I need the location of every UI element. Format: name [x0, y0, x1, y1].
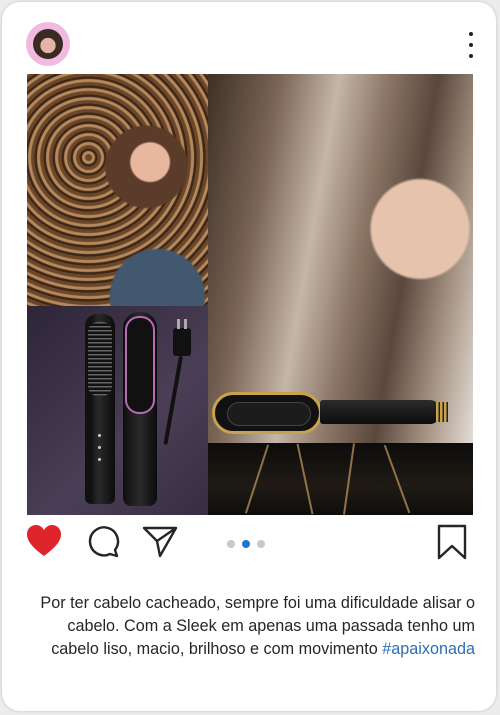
carousel-dot[interactable] — [227, 540, 235, 548]
send-icon[interactable] — [140, 522, 180, 562]
avatar-image — [33, 29, 63, 59]
hair-brush-product-photo — [27, 306, 208, 515]
hair-strand — [244, 444, 270, 514]
comment-icon[interactable] — [82, 522, 122, 562]
straightening-brush-image — [212, 392, 448, 434]
brush-head — [212, 392, 322, 434]
hair-closeup-photo — [208, 443, 473, 515]
brush-handle — [320, 400, 448, 424]
brush-button — [98, 458, 101, 461]
straight-hair-photo — [208, 74, 473, 443]
hair-strand — [296, 443, 314, 515]
brush-button — [98, 446, 101, 449]
carousel-dot[interactable] — [257, 540, 265, 548]
avatar[interactable] — [26, 22, 70, 66]
post-caption: Por ter cabelo cacheado, sempre foi uma … — [27, 592, 475, 661]
hair-strand — [383, 444, 411, 514]
more-options-icon[interactable] — [462, 32, 480, 58]
post-action-bar — [2, 522, 496, 566]
post-card: Por ter cabelo cacheado, sempre foi uma … — [2, 2, 496, 711]
menu-dot — [469, 43, 473, 47]
power-cord-image — [163, 355, 183, 445]
carousel-indicator — [227, 540, 265, 548]
carousel-dot-active[interactable] — [242, 540, 250, 548]
hair-strand — [342, 443, 356, 515]
curly-hair-photo — [27, 74, 208, 306]
heart-filled-icon[interactable] — [24, 522, 64, 562]
hashtag-link[interactable]: #apaixonada — [382, 640, 475, 658]
power-plug-image — [173, 319, 191, 356]
brush-bristles — [88, 322, 112, 396]
bookmark-icon[interactable] — [432, 522, 472, 562]
black-brush-back-image — [123, 312, 157, 506]
brush-purple-ring — [125, 316, 155, 414]
brush-button — [98, 434, 101, 437]
menu-dot — [469, 54, 473, 58]
black-brush-image — [85, 314, 115, 504]
menu-dot — [469, 32, 473, 36]
